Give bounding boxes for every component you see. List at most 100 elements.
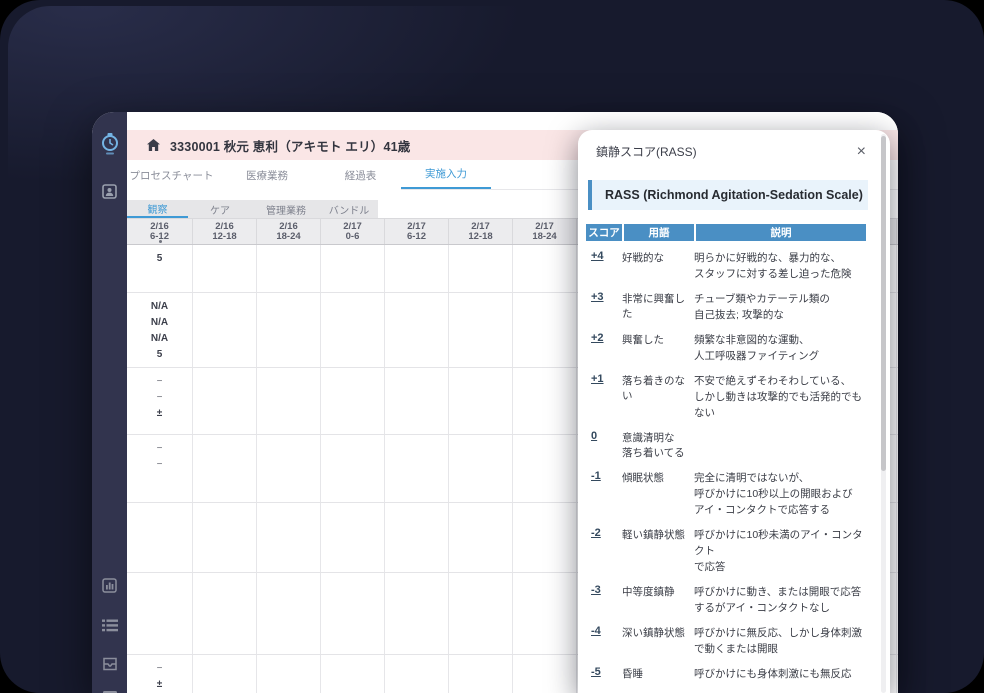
grid-cell[interactable]: [449, 293, 513, 367]
grid-cell[interactable]: [193, 655, 257, 693]
grid-cell[interactable]: [257, 655, 321, 693]
rass-row: +4 好戦的な 明らかに好戦的な、暴力的な、 スタッフに対する差し迫った危険: [586, 246, 868, 287]
grid-cell[interactable]: [513, 435, 577, 502]
rass-score-link[interactable]: +1: [586, 373, 622, 421]
grid-cell[interactable]: [385, 503, 449, 572]
tab-1[interactable]: プロセスチャート: [130, 160, 214, 190]
tab-3[interactable]: 経過表: [345, 160, 377, 190]
grid-cell[interactable]: [449, 503, 513, 572]
rass-score-link[interactable]: -1: [586, 470, 622, 518]
grid-column-range: 12-18: [212, 230, 237, 242]
rass-score-link[interactable]: -3: [586, 584, 622, 616]
rass-score-link[interactable]: 0: [586, 430, 622, 461]
grid-cell[interactable]: [321, 293, 385, 367]
grid-cell[interactable]: [449, 655, 513, 693]
grid-cell[interactable]: [257, 293, 321, 367]
inbox-tray-icon[interactable]: [92, 657, 127, 671]
grid-cell[interactable]: N/A N/A N/A 5: [127, 293, 193, 367]
grid-cell[interactable]: [321, 503, 385, 572]
grid-cell[interactable]: − ±: [127, 655, 193, 693]
grid-cell[interactable]: [385, 293, 449, 367]
rass-description-line: 呼びかけに10秒未満のアイ・コンタクト: [694, 529, 863, 557]
bar-chart-icon[interactable]: [92, 578, 127, 593]
grid-cell[interactable]: [513, 503, 577, 572]
rass-score-link[interactable]: +2: [586, 332, 622, 364]
rass-score-link[interactable]: -4: [586, 625, 622, 657]
grid-cell[interactable]: [513, 368, 577, 434]
grid-cell[interactable]: − − ±: [127, 368, 193, 434]
grid-cell[interactable]: [513, 245, 577, 292]
rass-description-line: 頻繁な非意図的な運動、: [694, 334, 810, 346]
grid-cell[interactable]: [513, 655, 577, 693]
home-icon[interactable]: [147, 139, 160, 151]
grid-cell[interactable]: [321, 655, 385, 693]
grid-cell[interactable]: [257, 368, 321, 434]
grid-cell[interactable]: [257, 245, 321, 292]
rass-score-link[interactable]: +3: [586, 291, 622, 323]
grid-cell[interactable]: [321, 368, 385, 434]
grid-cell[interactable]: [193, 368, 257, 434]
grid-cell[interactable]: [321, 245, 385, 292]
grid-cell[interactable]: [513, 573, 577, 654]
grid-cell[interactable]: [385, 655, 449, 693]
panel-scrollbar-thumb[interactable]: [881, 136, 886, 471]
rass-score-link[interactable]: +4: [586, 250, 622, 282]
patient-badge-icon[interactable]: [92, 184, 127, 199]
grid-cell[interactable]: [385, 573, 449, 654]
grid-column-header[interactable]: 2/16 12-18: [193, 219, 257, 244]
grid-cell[interactable]: [449, 368, 513, 434]
tab-2[interactable]: 医療業務: [246, 160, 288, 190]
rass-panel: 鎮静スコア(RASS) × RASS (Richmond Agitation-S…: [578, 130, 890, 693]
grid-cell[interactable]: [127, 573, 193, 654]
grid-cell[interactable]: [257, 435, 321, 502]
grid-cell[interactable]: [257, 573, 321, 654]
tab-4[interactable]: 実施入力: [401, 160, 491, 190]
grid-cell[interactable]: [193, 245, 257, 292]
app-logo-stopwatch-icon[interactable]: [92, 132, 127, 156]
panel-scrollbar-track[interactable]: [881, 134, 886, 693]
grid-column-header[interactable]: 2/16 18-24: [257, 219, 321, 244]
grid-cell[interactable]: [193, 293, 257, 367]
grid-cell[interactable]: [193, 503, 257, 572]
screen: 3330001 秋元 恵利（アキモト エリ）41歳 プロセスチャート 医療業務 経過…: [0, 0, 984, 693]
grid-cell[interactable]: [449, 573, 513, 654]
rass-description-line: 呼びかけに動き、または開眼で応答: [694, 586, 862, 598]
subtab-4[interactable]: バンドル: [320, 200, 378, 218]
grid-cell[interactable]: [449, 435, 513, 502]
rass-description-line: 不安で絶えずそわそわしている、: [694, 375, 852, 387]
grid-cell[interactable]: [385, 368, 449, 434]
grid-cell[interactable]: [193, 573, 257, 654]
grid-cell-value: −: [156, 392, 163, 403]
sidebar: [92, 112, 127, 693]
rass-term: 傾眠状態: [622, 470, 694, 518]
grid-cell[interactable]: [449, 245, 513, 292]
grid-cell[interactable]: [321, 573, 385, 654]
rass-term: 意識清明な 落ち着いてる: [622, 430, 694, 461]
rass-term: 深い鎮静状態: [622, 625, 694, 657]
grid-cell[interactable]: [193, 435, 257, 502]
rass-row: -2 軽い鎮静状態 呼びかけに10秒未満のアイ・コンタクト で応答: [586, 523, 868, 580]
list-icon[interactable]: [92, 619, 127, 632]
subtab-2[interactable]: ケア: [188, 200, 252, 218]
grid-cell[interactable]: [127, 503, 193, 572]
subtab-1[interactable]: 観察: [127, 200, 188, 218]
grid-cell[interactable]: [385, 435, 449, 502]
grid-cell[interactable]: [257, 503, 321, 572]
subtab-3[interactable]: 管理業務: [252, 200, 320, 218]
rass-term-line: 意識清明な: [622, 432, 675, 444]
grid-cell[interactable]: 5: [127, 245, 193, 292]
grid-cell[interactable]: [385, 245, 449, 292]
rass-description-line: 人工呼吸器ファイティング: [694, 350, 820, 362]
rass-section-title: RASS (Richmond Agitation-Sedation Scale): [605, 188, 863, 202]
grid-column-header[interactable]: 2/17 0-6: [321, 219, 385, 244]
rass-score-link[interactable]: -2: [586, 527, 622, 575]
rass-score-link[interactable]: -5: [586, 666, 622, 682]
grid-cell[interactable]: [321, 435, 385, 502]
grid-cell[interactable]: [513, 293, 577, 367]
grid-column-header[interactable]: 2/17 12-18: [449, 219, 513, 244]
rass-row: -3 中等度鎮静 呼びかけに動き、または開眼で応答 するがアイ・コンタクトなし: [586, 580, 868, 621]
close-icon[interactable]: ×: [857, 143, 866, 159]
grid-cell[interactable]: − −: [127, 435, 193, 502]
grid-column-header[interactable]: 2/17 6-12: [385, 219, 449, 244]
grid-column-header[interactable]: 2/17 18-24: [513, 219, 577, 244]
